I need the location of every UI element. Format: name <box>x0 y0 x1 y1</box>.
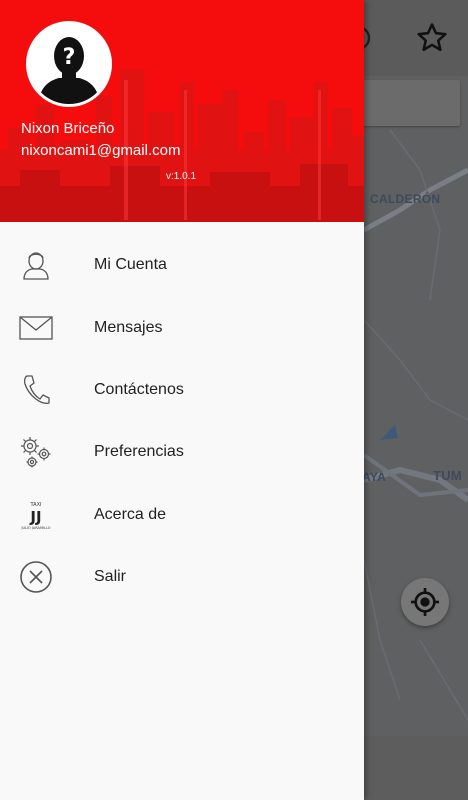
taxi-logo-icon: TAXI JJ JULIO JARAMILLO <box>16 495 56 535</box>
map-label: AYA <box>362 470 387 484</box>
user-silhouette-question-icon: ? <box>29 24 109 104</box>
menu-item-salir[interactable]: Salir <box>0 546 364 608</box>
menu-item-label: Mi Cuenta <box>94 256 167 274</box>
logo-text: JJ <box>29 508 41 526</box>
user-email: nixoncami1@gmail.com <box>21 142 181 159</box>
envelope-icon <box>16 308 56 348</box>
map-label: TUM <box>433 468 463 483</box>
menu-item-label: Salir <box>94 568 127 586</box>
menu-item-label: Mensajes <box>94 318 163 336</box>
navigation-drawer: ? Nixon Briceño nixoncami1@gmail.com v:1… <box>0 0 364 800</box>
svg-text:?: ? <box>63 45 76 70</box>
my-location-button[interactable] <box>401 578 449 626</box>
menu-item-acerca-de[interactable]: TAXI JJ JULIO JARAMILLO Acerca de <box>0 484 364 546</box>
user-name: Nixon Briceño <box>21 120 115 137</box>
drawer-menu: Mi Cuenta Mensajes Contáctenos Preferenc… <box>0 234 364 608</box>
phone-icon <box>16 370 56 410</box>
menu-item-label: Contáctenos <box>94 380 184 398</box>
logo-text: JULIO JARAMILLO <box>20 526 50 530</box>
crosshair-icon <box>411 588 439 616</box>
gears-icon <box>16 432 56 472</box>
menu-item-preferencias[interactable]: Preferencias <box>0 421 364 483</box>
menu-item-label: Preferencias <box>94 443 184 461</box>
user-avatar[interactable]: ? <box>26 21 112 107</box>
favorite-star-icon[interactable] <box>410 16 454 60</box>
close-circle-icon <box>16 557 56 597</box>
drawer-header: ? Nixon Briceño nixoncami1@gmail.com v:1… <box>0 0 364 222</box>
user-icon <box>16 245 56 285</box>
menu-item-label: Acerca de <box>94 505 167 523</box>
menu-item-contactenos[interactable]: Contáctenos <box>0 359 364 421</box>
map-label: CALDERÓN <box>370 192 441 206</box>
menu-item-mensajes[interactable]: Mensajes <box>0 296 364 358</box>
app-version: v:1.0.1 <box>166 171 197 182</box>
menu-item-mi-cuenta[interactable]: Mi Cuenta <box>0 234 364 296</box>
